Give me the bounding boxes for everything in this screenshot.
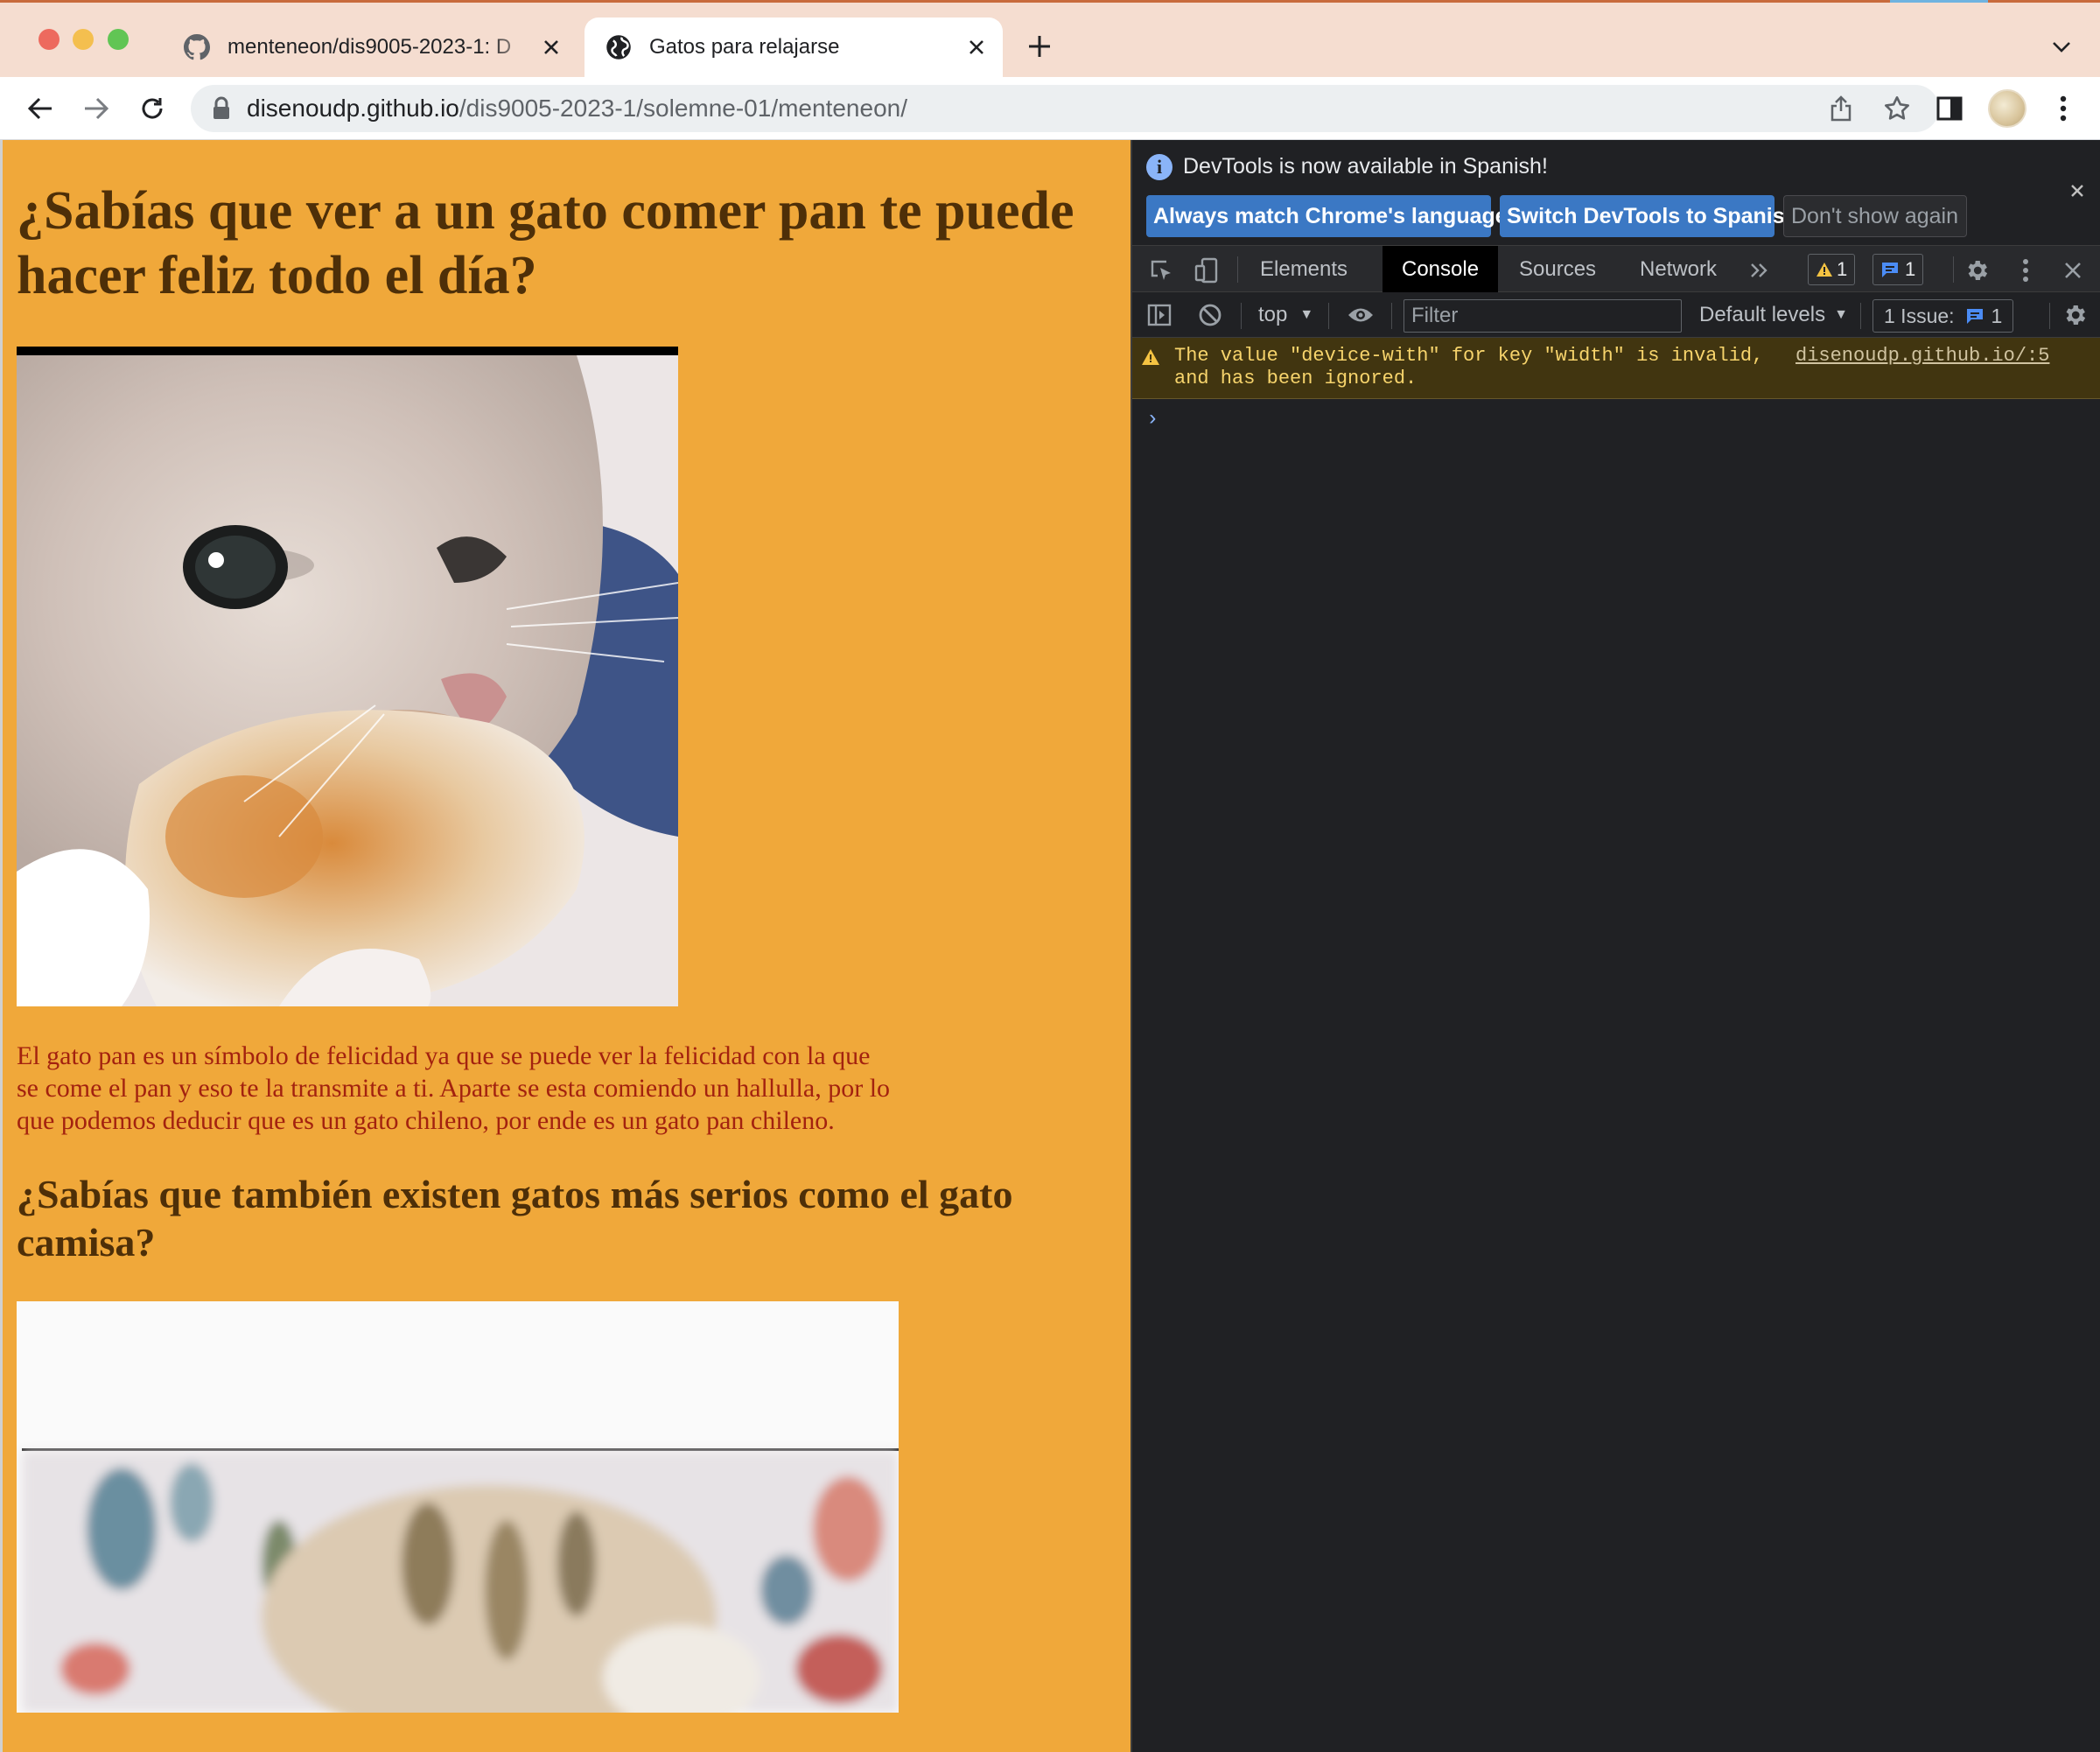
clear-console-icon[interactable] — [1195, 300, 1225, 330]
close-devtools-icon[interactable] — [2058, 256, 2088, 285]
github-icon — [184, 34, 210, 60]
tab-gatos[interactable]: Gatos para relajarse — [584, 18, 1003, 77]
device-toolbar-icon[interactable] — [1192, 256, 1222, 285]
dropdown-arrow-icon: ▼ — [1299, 307, 1314, 322]
more-options-icon[interactable] — [2011, 256, 2040, 285]
sidebar-toggle-icon[interactable] — [1144, 300, 1174, 330]
warning-source-link[interactable]: disenoudp.github.io/:5 — [1796, 345, 2049, 368]
warnings-counter[interactable]: 1 — [1808, 254, 1856, 285]
tab-network[interactable]: Network — [1620, 246, 1736, 293]
tab-console[interactable]: Console — [1382, 246, 1499, 293]
separator — [1328, 303, 1329, 329]
url-host: disenoudp.github.io — [247, 95, 459, 122]
close-window-button[interactable] — [38, 29, 60, 50]
browser-toolbar: disenoudp.github.io/dis9005-2023-1/solem… — [0, 77, 2100, 140]
tab-title: menteneon/dis9005-2023-1: D — [228, 35, 512, 59]
dont-show-again-button[interactable]: Don't show again — [1783, 195, 1967, 237]
cat-eating-bread-image — [17, 347, 678, 1006]
warning-icon — [1142, 349, 1159, 365]
live-expression-eye-icon[interactable] — [1346, 300, 1376, 330]
issues-label: 1 Issue: — [1884, 304, 1955, 327]
reload-icon[interactable] — [133, 89, 172, 128]
paragraph-gato-pan: El gato pan es un símbolo de felicidad y… — [17, 1041, 891, 1135]
web-page: ¿Sabías que ver a un gato comer pan te p… — [0, 140, 1130, 1752]
window-accent-highlight — [1890, 0, 1988, 3]
tab-close-icon[interactable] — [961, 32, 992, 63]
separator — [1953, 256, 1954, 283]
tab-elements[interactable]: Elements — [1241, 246, 1367, 293]
switch-to-spanish-button[interactable]: Switch DevTools to Spanish — [1500, 195, 1798, 237]
address-bar[interactable]: disenoudp.github.io/dis9005-2023-1/solem… — [191, 85, 1939, 132]
window-accent — [0, 0, 2100, 3]
inspect-element-icon[interactable] — [1146, 256, 1176, 285]
minimize-window-button[interactable] — [73, 29, 94, 50]
tab-title: Gatos para relajarse — [649, 35, 840, 59]
messages-count: 1 — [1905, 258, 1916, 280]
console-filter-input[interactable]: Filter — [1404, 299, 1682, 333]
dropdown-arrow-icon: ▼ — [1834, 307, 1848, 322]
separator — [1391, 303, 1392, 329]
context-label: top — [1258, 303, 1288, 326]
separator — [2049, 303, 2050, 329]
lock-icon[interactable] — [212, 96, 233, 121]
chrome-menu-icon[interactable] — [2048, 93, 2079, 124]
message-icon — [1882, 263, 1898, 277]
tab-sources[interactable]: Sources — [1500, 246, 1615, 293]
messages-counter[interactable]: 1 — [1872, 254, 1924, 285]
language-infobar: i DevTools is now available in Spanish! … — [1132, 140, 2100, 245]
message-icon — [1966, 309, 1983, 324]
profile-avatar[interactable] — [1988, 89, 2026, 128]
back-arrow-icon[interactable] — [21, 89, 60, 128]
context-selector[interactable]: top ▼ — [1258, 292, 1313, 338]
heading-gato-pan: ¿Sabías que ver a un gato comer pan te p… — [17, 181, 1074, 305]
issues-count: 1 — [1991, 304, 2003, 327]
new-tab-plus-icon[interactable] — [1022, 29, 1057, 64]
always-match-language-button[interactable]: Always match Chrome's language — [1146, 195, 1508, 237]
tab-search-chevron-icon[interactable] — [2046, 32, 2077, 63]
console-prompt[interactable]: › — [1146, 408, 1158, 431]
info-icon: i — [1146, 154, 1172, 180]
tab-close-icon[interactable] — [536, 32, 567, 63]
close-icon[interactable] — [2065, 179, 2090, 203]
more-tabs-chevron-icon[interactable] — [1745, 256, 1774, 285]
console-settings-gear-icon[interactable] — [2060, 300, 2090, 330]
separator — [1860, 303, 1861, 329]
warning-text: The value "device-with" for key "width" … — [1174, 345, 1764, 389]
warning-icon — [1816, 263, 1832, 277]
issues-button[interactable]: 1 Issue: 1 — [1872, 299, 2014, 333]
console-toolbar: top ▼ Filter Default levels ▼ 1 Issue: 1 — [1132, 292, 2100, 338]
maximize-window-button[interactable] — [108, 29, 129, 50]
separator — [1237, 256, 1238, 283]
bookmark-star-icon[interactable] — [1881, 93, 1913, 124]
heading-gato-camisa: ¿Sabías que también existen gatos más se… — [17, 1172, 1013, 1265]
infobar-message: DevTools is now available in Spanish! — [1183, 154, 1548, 179]
settings-gear-icon[interactable] — [1962, 256, 1992, 285]
devtools-tab-bar: Elements Console Sources Network 1 1 — [1132, 245, 2100, 293]
url-text: disenoudp.github.io/dis9005-2023-1/solem… — [247, 95, 907, 123]
share-icon[interactable] — [1825, 93, 1857, 124]
url-path: /dis9005-2023-1/solemne-01/menteneon/ — [458, 95, 907, 122]
log-levels-dropdown[interactable]: Default levels ▼ — [1699, 292, 1848, 338]
warnings-count: 1 — [1837, 258, 1848, 280]
log-levels-label: Default levels — [1699, 303, 1826, 326]
globe-icon — [606, 34, 632, 60]
console-warning-message[interactable]: The value "device-with" for key "width" … — [1132, 338, 2100, 399]
cat-shirt-image — [17, 1301, 899, 1713]
separator — [1241, 303, 1242, 329]
tab-github[interactable]: menteneon/dis9005-2023-1: D — [175, 18, 578, 77]
forward-arrow-icon[interactable] — [77, 89, 116, 128]
devtools-panel: i DevTools is now available in Spanish! … — [1130, 140, 2100, 1752]
side-panel-icon[interactable] — [1934, 93, 1965, 124]
tab-bar: menteneon/dis9005-2023-1: D Gatos para r… — [0, 0, 2100, 77]
